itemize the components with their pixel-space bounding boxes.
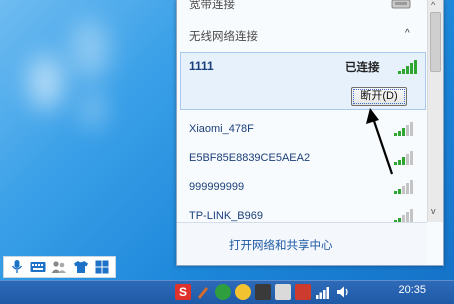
wifi-signal-icon [398,60,417,74]
scroll-up-icon[interactable]: ^ [431,0,435,10]
ime-toolbar [3,256,116,278]
network-ssid: TP-LINK_B969 [189,210,263,222]
light-glow [70,20,110,80]
wireless-section-label: 无线网络连接 [189,31,258,43]
wifi-signal-icon [394,122,413,136]
wireless-section-header[interactable]: 无线网络连接 ^ [177,24,427,48]
taskbar: S 20:35 [0,280,454,304]
network-icon[interactable] [315,284,331,300]
usb-icon[interactable] [275,284,291,300]
input-method-icon[interactable]: S [175,284,191,300]
grid-icon[interactable] [92,258,112,276]
clock-time[interactable]: 20:35 [398,284,426,296]
keyboard-icon[interactable] [28,258,48,276]
qq-icon[interactable] [235,284,251,300]
scroll-thumb[interactable] [430,12,441,72]
connection-status: 已连接 [345,62,380,74]
light-glow [28,55,64,110]
network-item[interactable]: Xiaomi_478F [177,116,427,144]
system-tray: S [175,284,355,300]
disconnect-button[interactable]: 断开(D) [351,87,407,106]
network-center-link[interactable]: 打开网络和共享中心 [229,237,333,253]
security-icon[interactable] [215,284,231,300]
network-ssid: 999999999 [189,181,245,193]
shirt-icon[interactable] [71,258,91,276]
broadband-connection[interactable]: 宽带连接 [177,0,427,14]
network-ssid: E5BF85E8839CE5AEA2 [189,152,311,164]
display-icon[interactable] [255,284,271,300]
wifi-signal-icon [394,180,413,194]
volume-icon[interactable] [335,284,351,300]
network-ssid: 1111 [189,59,214,73]
network-ssid: Xiaomi_478F [189,123,254,135]
connected-network[interactable]: 1111 已连接 断开(D) [180,52,426,110]
network-item[interactable]: 999999999 [177,174,427,202]
scroll-down-icon[interactable]: v [431,206,436,216]
alert-icon[interactable] [295,284,311,300]
pen-icon[interactable] [195,284,211,300]
scrollbar[interactable]: ^ v [427,0,443,222]
light-glow [80,90,106,130]
microphone-icon[interactable] [7,258,27,276]
wifi-signal-icon [394,151,413,165]
network-flyout: 宽带连接 无线网络连接 ^ 1111 已连接 断开(D) Xiaomi_478F… [176,0,444,266]
users-icon[interactable] [49,258,69,276]
flyout-footer: 打开网络和共享中心 [177,222,427,265]
network-item[interactable]: E5BF85E8839CE5AEA2 [177,145,427,173]
collapse-icon[interactable]: ^ [405,28,410,39]
broadband-label: 宽带连接 [189,0,235,11]
ethernet-icon [391,0,411,9]
